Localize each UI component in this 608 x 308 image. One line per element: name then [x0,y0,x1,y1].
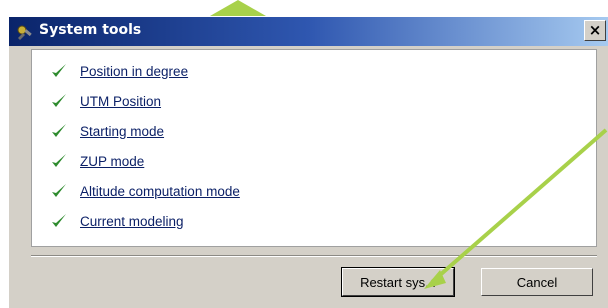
link-position-in-degree[interactable]: Position in degree [80,64,188,79]
link-zup-mode[interactable]: ZUP mode [80,154,144,169]
annotation-pointer-triangle [210,0,266,16]
link-utm-position[interactable]: UTM Position [80,94,161,109]
close-button[interactable]: × [584,20,606,41]
check-icon [52,214,66,227]
dialog-titlebar: System tools × [9,17,608,46]
link-altitude-computation-mode[interactable]: Altitude computation mode [80,184,240,199]
check-icon [52,184,66,197]
restart-system-button[interactable]: Restart sys... [341,267,455,297]
list-item: Position in degree [50,59,188,83]
list-item: Starting mode [50,119,164,143]
link-starting-mode[interactable]: Starting mode [80,124,164,139]
list-item: ZUP mode [50,149,144,173]
link-current-modeling[interactable]: Current modeling [80,214,184,229]
check-icon [52,64,66,77]
separator [31,255,597,257]
tools-icon [17,25,32,40]
cancel-button[interactable]: Cancel [481,268,593,296]
check-icon [52,154,66,167]
dialog-title: System tools [39,22,142,38]
system-tools-dialog: System tools × Position in degree UTM Po… [8,16,608,308]
check-icon [52,94,66,107]
check-icon [52,124,66,137]
list-item: Current modeling [50,209,184,233]
list-item: Altitude computation mode [50,179,240,203]
tools-list: Position in degree UTM Position Starting… [31,49,597,247]
list-item: UTM Position [50,89,161,113]
